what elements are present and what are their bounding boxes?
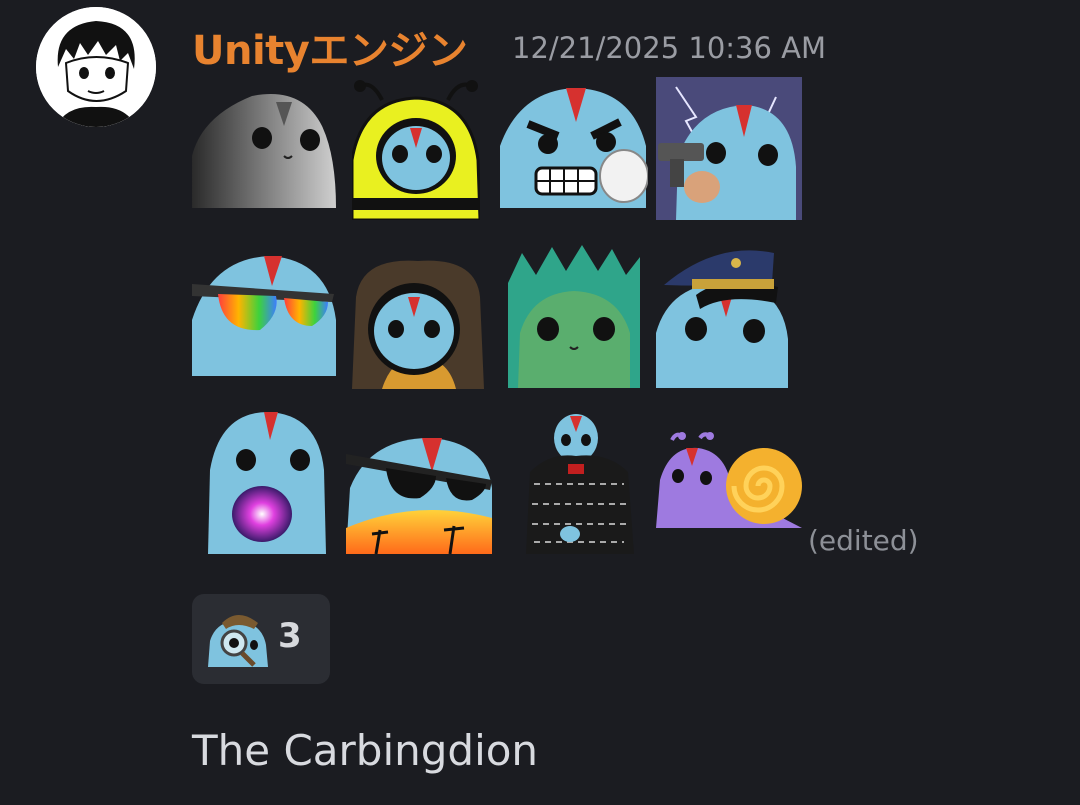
edited-indicator: (edited) xyxy=(808,524,919,557)
reaction-count: 3 xyxy=(278,616,302,656)
jacket-standing-emoji[interactable] xyxy=(520,412,638,554)
gun-lightning-emoji[interactable] xyxy=(656,77,802,220)
teddy-hood-emoji[interactable] xyxy=(352,257,484,389)
green-leaf-emoji[interactable] xyxy=(508,243,640,388)
crystal-ball-emoji[interactable] xyxy=(208,410,326,554)
pilot-hat-emoji[interactable] xyxy=(656,243,788,388)
rainbow-sunglasses-emoji[interactable] xyxy=(192,256,336,376)
avatar-drawing xyxy=(36,7,156,127)
sunset-sunglasses-emoji[interactable] xyxy=(346,438,492,554)
snail-emoji[interactable] xyxy=(656,432,804,532)
detective-magnifier-emoji xyxy=(208,611,268,667)
reaction-button[interactable]: 3 xyxy=(192,594,330,684)
gray-seal-emoji[interactable] xyxy=(192,86,336,208)
user-avatar[interactable] xyxy=(36,7,156,127)
message-timestamp[interactable]: 12/21/2025 10:36 AM xyxy=(512,31,826,65)
angry-fist-emoji[interactable] xyxy=(500,86,648,208)
bee-costume-emoji[interactable] xyxy=(352,80,480,220)
username[interactable]: Unityエンジン xyxy=(192,18,468,76)
message-text: The Carbingdion xyxy=(192,726,539,775)
